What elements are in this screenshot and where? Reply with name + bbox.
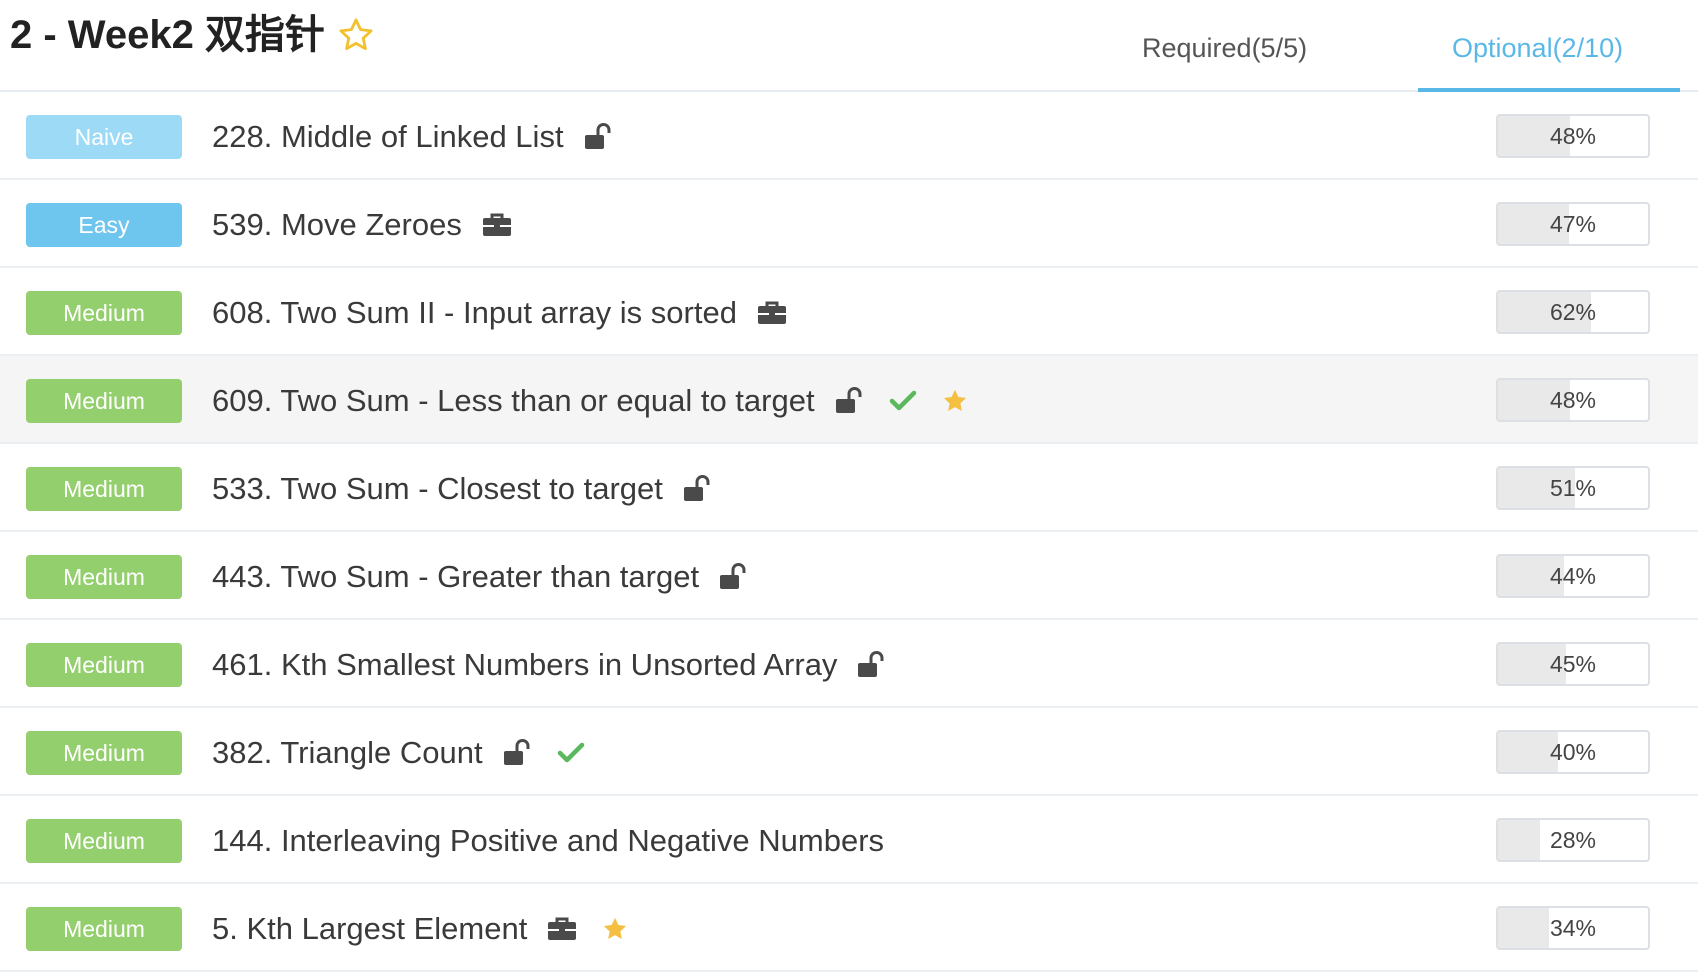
problem-title-link[interactable]: 228. Middle of Linked List [212,114,564,160]
tab-optional[interactable]: Optional(2/10) [1452,30,1623,66]
difficulty-badge: Medium [26,643,182,687]
difficulty-badge: Medium [26,379,182,423]
problem-title-link[interactable]: 608. Two Sum II - Input array is sorted [212,290,737,336]
problem-row[interactable]: Medium 609. Two Sum - Less than or equal… [0,356,1698,444]
unlock-icon [584,123,614,151]
unlock-icon [835,387,865,415]
star-icon [601,915,629,943]
title-text: 2 - Week2 双指针 [10,13,325,57]
problem-title-link[interactable]: 461. Kth Smallest Numbers in Unsorted Ar… [212,642,837,688]
problem-title-link[interactable]: 5. Kth Largest Element [212,906,527,952]
acceptance-rate-bar: 48% [1496,378,1650,422]
problem-row[interactable]: Easy 539. Move Zeroes 47% [0,180,1698,268]
problem-title-link[interactable]: 382. Triangle Count [212,730,483,776]
favorite-star-icon[interactable] [337,16,375,54]
acceptance-rate-bar: 51% [1496,466,1650,510]
problem-row[interactable]: Medium 5. Kth Largest Element 34% [0,884,1698,972]
tab-required[interactable]: Required(5/5) [1142,30,1307,66]
difficulty-badge: Medium [26,467,182,511]
acceptance-rate-text: 48% [1549,387,1597,413]
star-icon [941,387,969,415]
check-icon [889,390,917,412]
acceptance-rate-text: 47% [1549,211,1597,237]
difficulty-badge: Medium [26,731,182,775]
briefcase-icon [757,300,787,326]
acceptance-rate-text: 40% [1549,739,1597,765]
acceptance-rate-bar: 34% [1496,906,1650,950]
unlock-icon [719,563,749,591]
briefcase-icon [547,916,577,942]
problem-name: 609. Two Sum - Less than or equal to tar… [212,378,969,424]
difficulty-badge: Medium [26,291,182,335]
problem-row[interactable]: Medium 533. Two Sum - Closest to target … [0,444,1698,532]
difficulty-badge: Naive [26,115,182,159]
unlock-icon [857,651,887,679]
unlock-icon [503,739,533,767]
acceptance-rate-bar: 40% [1496,730,1650,774]
acceptance-rate-text: 28% [1549,827,1597,853]
difficulty-badge: Easy [26,203,182,247]
unlock-icon [683,475,713,503]
acceptance-rate-text: 62% [1549,299,1597,325]
problem-row[interactable]: Medium 382. Triangle Count 40% [0,708,1698,796]
problem-row[interactable]: Medium 144. Interleaving Positive and Ne… [0,796,1698,884]
acceptance-rate-bar: 47% [1496,202,1650,246]
acceptance-rate-bar: 62% [1496,290,1650,334]
page-title: 2 - Week2 双指针 [10,10,375,60]
problem-name: 228. Middle of Linked List [212,114,614,160]
problem-row[interactable]: Medium 461. Kth Smallest Numbers in Unso… [0,620,1698,708]
acceptance-rate-bar: 45% [1496,642,1650,686]
acceptance-rate-text: 45% [1549,651,1597,677]
problem-row[interactable]: Medium 608. Two Sum II - Input array is … [0,268,1698,356]
acceptance-rate-bar: 48% [1496,114,1650,158]
problem-name: 5. Kth Largest Element [212,906,629,952]
problem-name: 608. Two Sum II - Input array is sorted [212,290,787,336]
problem-name: 144. Interleaving Positive and Negative … [212,818,884,864]
acceptance-rate-bar: 44% [1496,554,1650,598]
page-header: 2 - Week2 双指针 Required(5/5) Optional(2/1… [0,0,1698,92]
problem-title-link[interactable]: 533. Two Sum - Closest to target [212,466,663,512]
acceptance-rate-text: 34% [1549,915,1597,941]
problem-name: 443. Two Sum - Greater than target [212,554,749,600]
problem-row[interactable]: Naive 228. Middle of Linked List 48% [0,92,1698,180]
problem-name: 461. Kth Smallest Numbers in Unsorted Ar… [212,642,887,688]
problem-name: 539. Move Zeroes [212,202,512,248]
problem-row[interactable]: Medium 443. Two Sum - Greater than targe… [0,532,1698,620]
difficulty-badge: Medium [26,907,182,951]
briefcase-icon [482,212,512,238]
difficulty-badge: Medium [26,819,182,863]
acceptance-rate-text: 51% [1549,475,1597,501]
problem-title-link[interactable]: 144. Interleaving Positive and Negative … [212,818,884,864]
problem-name: 533. Two Sum - Closest to target [212,466,713,512]
acceptance-rate-text: 48% [1549,123,1597,149]
problem-title-link[interactable]: 443. Two Sum - Greater than target [212,554,699,600]
check-icon [557,742,585,764]
problem-name: 382. Triangle Count [212,730,585,776]
problem-title-link[interactable]: 539. Move Zeroes [212,202,462,248]
acceptance-rate-text: 44% [1549,563,1597,589]
acceptance-rate-bar: 28% [1496,818,1650,862]
difficulty-badge: Medium [26,555,182,599]
problem-title-link[interactable]: 609. Two Sum - Less than or equal to tar… [212,378,815,424]
